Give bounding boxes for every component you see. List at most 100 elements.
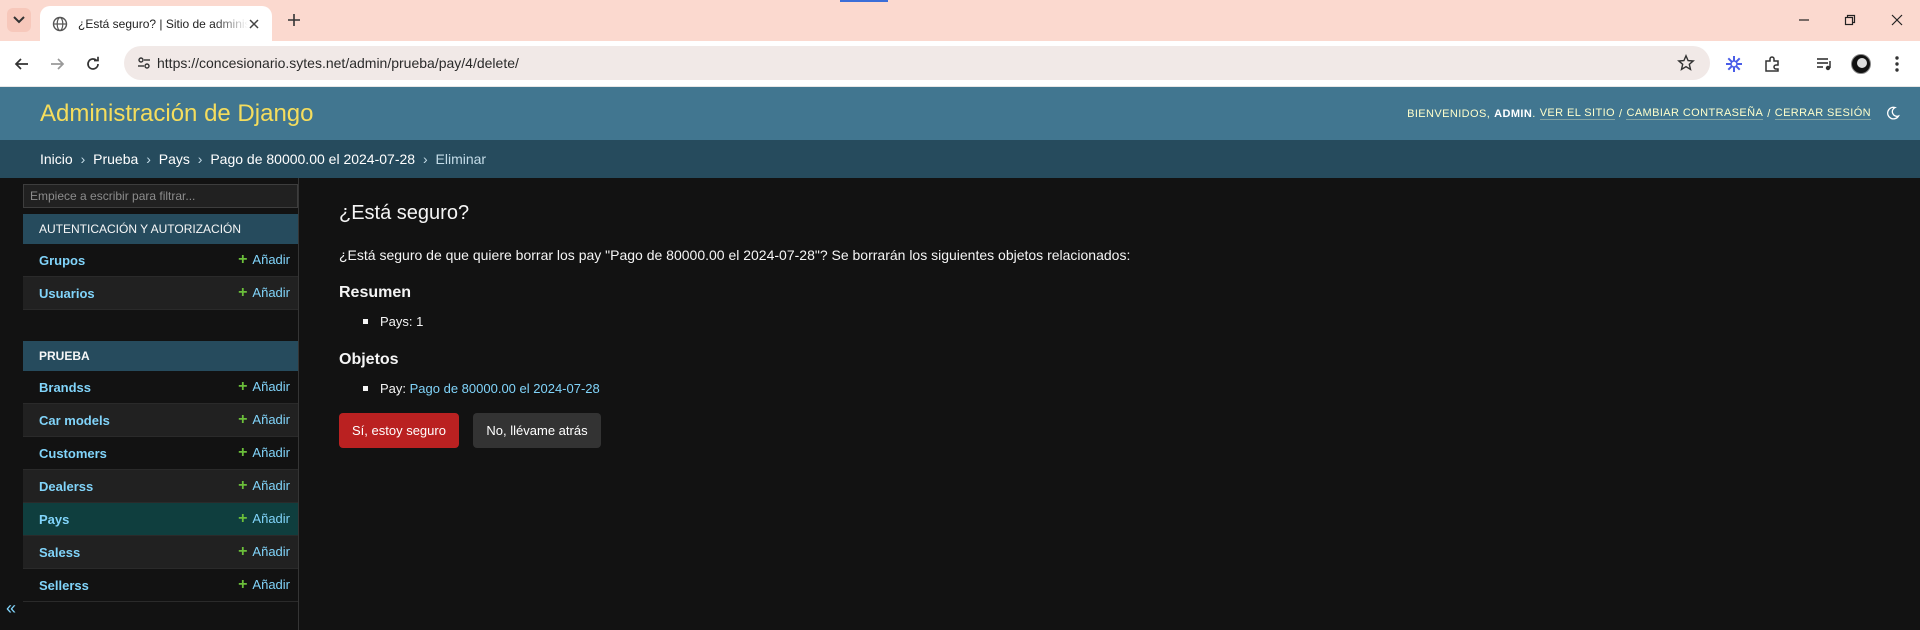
model-link[interactable]: Sellerss [39, 578, 89, 593]
add-button[interactable]: + Añadir [238, 576, 290, 593]
site-branding[interactable]: Administración de Django [40, 100, 313, 128]
add-button[interactable]: + Añadir [238, 251, 290, 268]
plus-icon: + [238, 510, 248, 527]
address-bar[interactable]: https://concesionario.sytes.net/admin/pr… [124, 46, 1710, 80]
arrow-right-icon [51, 58, 65, 70]
reload-button[interactable] [81, 52, 105, 76]
collapse-sidebar-icon[interactable]: « [4, 598, 18, 618]
tab-title: ¿Está seguro? | Sitio de administración … [78, 16, 248, 31]
site-info-icon[interactable] [132, 51, 156, 75]
add-button[interactable]: + Añadir [238, 444, 290, 461]
model-link[interactable]: Usuarios [39, 286, 95, 301]
summary-heading: Resumen [339, 284, 412, 301]
minimize-button[interactable] [1792, 8, 1816, 32]
browser-menu-button[interactable] [1885, 52, 1909, 76]
media-controls-icon[interactable] [1812, 52, 1836, 76]
sidebar-filter-input[interactable] [23, 184, 298, 208]
module-caption[interactable]: Prueba [23, 341, 298, 371]
model-link[interactable]: Saless [39, 545, 80, 560]
forward-button[interactable] [45, 52, 69, 76]
browser-tab-bar: ¿Está seguro? | Sitio de administración … [0, 0, 1920, 41]
chevron-down-icon [13, 16, 25, 24]
globe-icon [52, 16, 68, 32]
module-auth: Autenticación y autorización Grupos + Aña… [23, 214, 298, 310]
breadcrumb-current: Eliminar [435, 151, 487, 167]
plus-icon: + [238, 444, 248, 461]
sidebar-item-car-models: Car models + Añadir [23, 404, 298, 437]
plus-icon [288, 14, 300, 26]
sidebar-item-saless: Saless + Añadir [23, 536, 298, 569]
model-link[interactable]: Dealerss [39, 479, 93, 494]
plus-icon: + [238, 477, 248, 494]
user-tools: Bienvenidos, admin. Ver el sitio / Cambi… [1407, 107, 1871, 120]
model-link[interactable]: Brandss [39, 380, 91, 395]
cancel-button[interactable]: No, llévame atrás [473, 413, 601, 448]
objects-list: Pay: Pago de 80000.00 el 2024-07-28 [363, 381, 600, 396]
separator: / [1619, 107, 1623, 120]
add-button[interactable]: + Añadir [238, 477, 290, 494]
add-button[interactable]: + Añadir [238, 510, 290, 527]
breadcrumb-object[interactable]: Pago de 80000.00 el 2024-07-28 [210, 151, 415, 167]
admin-header: Administración de Django Bienvenidos, ad… [0, 87, 1920, 140]
logout-link[interactable]: Cerrar sesión [1774, 107, 1871, 120]
plus-icon: + [238, 543, 248, 560]
breadcrumb-app[interactable]: Prueba [93, 151, 138, 167]
minimize-icon [1799, 19, 1809, 21]
plus-icon: + [238, 378, 248, 395]
arrow-left-icon [14, 58, 28, 70]
model-link[interactable]: Grupos [39, 253, 85, 268]
add-button[interactable]: + Añadir [238, 378, 290, 395]
theme-toggle-button[interactable] [1884, 104, 1902, 122]
close-icon[interactable] [246, 16, 262, 32]
sidebar-item-sellerss: Sellerss + Añadir [23, 569, 298, 602]
view-site-link[interactable]: Ver el sitio [1539, 107, 1615, 120]
more-vertical-icon [1895, 56, 1899, 72]
plus-icon: + [238, 251, 248, 268]
plus-icon: + [238, 576, 248, 593]
bookmark-star-icon[interactable] [1676, 53, 1696, 73]
avatar [1851, 54, 1871, 74]
list-item: Pay: Pago de 80000.00 el 2024-07-28 [363, 381, 600, 396]
module-caption[interactable]: Autenticación y autorización [23, 214, 298, 244]
page-title: ¿Está seguro? [339, 202, 470, 224]
plus-icon: + [238, 284, 248, 301]
restore-button[interactable] [1838, 8, 1862, 32]
welcome-text: Bienvenidos, [1407, 107, 1491, 120]
browser-toolbar: https://concesionario.sytes.net/admin/pr… [0, 41, 1920, 87]
tab-search-button[interactable] [7, 8, 31, 32]
objects-heading: Objetos [339, 351, 399, 368]
change-password-link[interactable]: Cambiar contraseña [1626, 107, 1764, 120]
close-icon [1891, 14, 1903, 26]
add-button[interactable]: + Añadir [238, 543, 290, 560]
model-link[interactable]: Pays [39, 512, 69, 527]
add-button[interactable]: + Añadir [238, 411, 290, 428]
extensions-puzzle-icon[interactable] [1760, 52, 1784, 76]
sidebar-item-usuarios: Usuarios + Añadir [23, 277, 298, 310]
breadcrumb-home[interactable]: Inicio [40, 151, 73, 167]
nav-sidebar: Autenticación y autorización Grupos +Aña… [0, 178, 299, 630]
object-link[interactable]: Pago de 80000.00 el 2024-07-28 [410, 381, 600, 396]
sidebar-item-brandss: Brandss + Añadir [23, 371, 298, 404]
model-link[interactable]: Customers [39, 446, 107, 461]
main-content: ¿Está seguro? ¿Está seguro de que quiere… [339, 178, 1899, 630]
sidebar-item-customers: Customers + Añadir [23, 437, 298, 470]
plus-icon: + [238, 411, 248, 428]
profile-avatar[interactable] [1849, 52, 1873, 76]
back-button[interactable] [10, 52, 34, 76]
separator: / [1767, 107, 1771, 120]
summary-list: Pays: 1 [363, 314, 423, 329]
moon-icon [1887, 106, 1900, 120]
extension-flower-icon[interactable] [1722, 52, 1746, 76]
reload-icon [87, 56, 99, 70]
active-tab[interactable]: ¿Está seguro? | Sitio de administración … [40, 6, 272, 41]
close-window-button[interactable] [1885, 8, 1909, 32]
confirm-delete-button[interactable]: Sí, estoy seguro [339, 413, 459, 448]
breadcrumb-model[interactable]: Pays [159, 151, 190, 167]
new-tab-button[interactable] [283, 9, 305, 31]
list-item: Pays: 1 [363, 314, 423, 329]
url-text[interactable]: https://concesionario.sytes.net/admin/pr… [157, 55, 519, 71]
sidebar-item-grupos: Grupos + Añadir [23, 244, 298, 277]
model-link[interactable]: Car models [39, 413, 110, 428]
add-button[interactable]: + Añadir [238, 284, 290, 301]
module-prueba: Prueba Brandss + Añadir Car models + Añadi… [23, 341, 298, 602]
